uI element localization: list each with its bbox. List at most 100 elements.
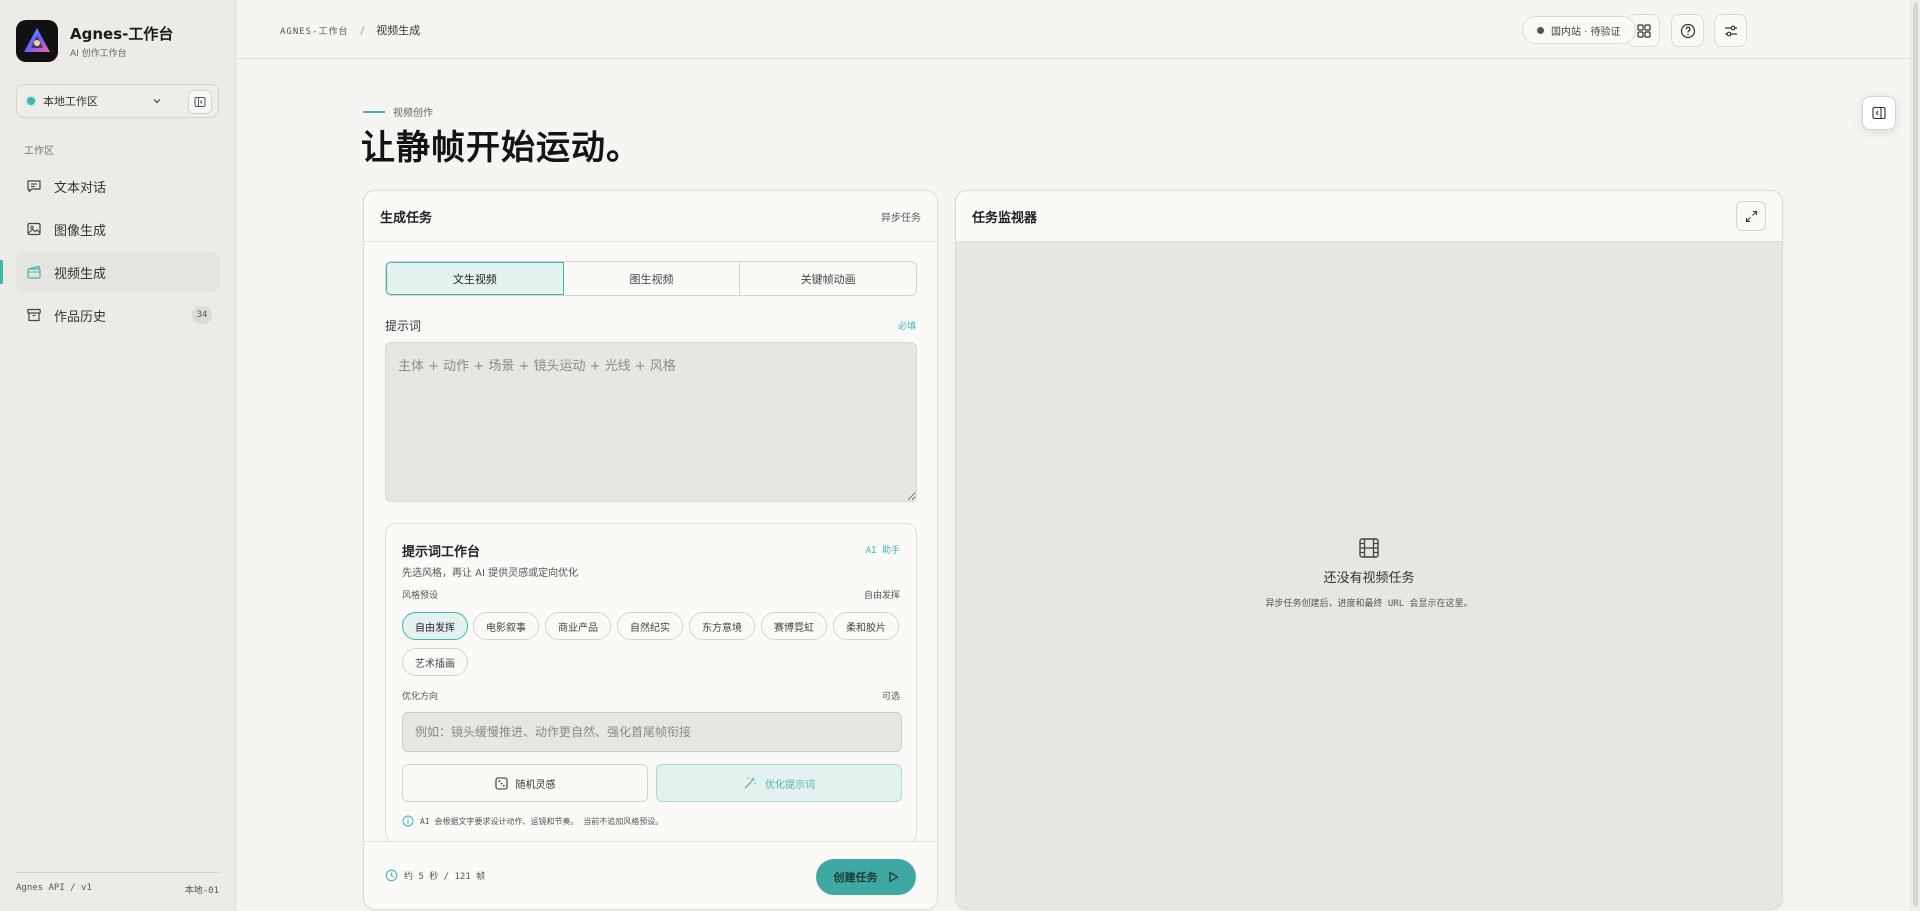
toggle-panel-button[interactable] [1862,96,1896,130]
breadcrumb-current: 视频生成 [376,24,421,37]
sidebar: Agnes-工作台 AI 创作工作台 本地工作区 工作区 文本对话 图像生成 视… [0,0,236,911]
style-chip[interactable]: 东方意境 [689,612,755,640]
sidebar-item-image[interactable]: 图像生成 [16,209,220,249]
info-icon [402,815,414,827]
direction-label: 优化方向 [402,692,439,702]
empty-state-title: 还没有视频任务 [1323,571,1415,586]
ai-assistant-tag: AI 助手 [865,546,900,556]
style-chip[interactable]: 自然纪实 [617,612,683,640]
random-inspiration-button[interactable]: 随机灵感 [402,764,648,802]
history-count-badge: 34 [192,306,212,324]
sidebar-item-video[interactable]: 视频生成 [0,252,220,292]
hero-eyebrow: 视频创作 [363,104,433,119]
task-type-label: 异步任务 [881,212,921,224]
sidebar-item-label: 文本对话 [54,180,107,196]
style-current-value: 自由发挥 [863,591,900,601]
duration-estimate-text: 约 5 秒 / 121 帧 [404,872,486,882]
prompt-required-tag: 必填 [897,322,916,332]
workspace-select[interactable]: 本地工作区 [16,84,219,118]
prompt-label: 提示词 [385,319,422,333]
clock-icon [385,869,398,882]
optimize-prompt-button[interactable]: 优化提示词 [656,764,902,802]
style-preset-label: 风格预设 [402,591,439,601]
panel-title: 生成任务 [380,210,433,226]
scrollbar-thumb[interactable] [1913,2,1918,907]
prompt-input[interactable] [385,342,917,502]
tab-image-to-video[interactable]: 图生视频 [564,262,741,295]
page-title: 让静帧开始运动。 [361,128,641,168]
task-monitor-header: 任务监视器 [956,191,1782,242]
sidebar-item-label: 作品历史 [54,309,107,325]
brand: Agnes-工作台 AI 创作工作台 [16,20,173,62]
eyebrow-text: 视频创作 [393,108,433,119]
app-title: Agnes-工作台 [70,25,174,43]
expand-icon [1745,210,1757,222]
chat-icon [26,178,42,194]
breadcrumb: AGNES-工作台 / 视频生成 [280,22,420,38]
node-id: 本地-01 [184,886,219,896]
task-monitor-panel: 任务监视器 还没有视频任务 异步任务创建后，进度和最终 URL 会显示在这里。 [955,190,1783,910]
generation-panel-header: 生成任务 异步任务 [364,191,937,242]
sidebar-item-label: 图像生成 [54,223,107,239]
task-monitor-title: 任务监视器 [972,210,1038,226]
sidebar-item-history[interactable]: 作品历史 34 [16,295,220,335]
direction-input[interactable] [402,712,902,752]
tab-keyframe-animation[interactable]: 关键帧动画 [740,262,916,295]
direction-optional-tag: 可选 [881,692,900,702]
film-icon [1358,537,1380,559]
region-status-pill[interactable]: 国内站 · 待验证 [1522,16,1636,44]
style-chip[interactable]: 柔和胶片 [833,612,899,640]
help-icon [1680,23,1695,38]
sidebar-footer: Agnes API / v1 本地-01 [16,872,219,896]
breadcrumb-root[interactable]: AGNES-工作台 [280,24,349,37]
play-icon [888,871,899,883]
region-status-text: 国内站 · 待验证 [1551,26,1621,38]
help-button[interactable] [1671,14,1704,47]
empty-state: 还没有视频任务 异步任务创建后，进度和最终 URL 会显示在这里。 [956,537,1782,609]
workbench-title: 提示词工作台 [402,545,481,560]
workbench-note: AI 会根据文字要求设计动作、运镜和节奏。 当前不追加风格预设。 [402,815,663,827]
style-chip[interactable]: 艺术插画 [402,648,468,676]
sidebar-item-label: 视频生成 [54,266,107,282]
random-inspiration-label: 随机灵感 [515,779,556,791]
image-icon [26,221,42,237]
create-task-label: 创建任务 [833,872,878,884]
style-chip[interactable]: 商业产品 [545,612,611,640]
magic-wand-icon [743,776,757,790]
topbar: AGNES-工作台 / 视频生成 [237,0,1920,59]
sidebar-nav: 文本对话 图像生成 视频生成 作品历史 34 [0,166,236,338]
style-chip[interactable]: 自由发挥 [402,612,468,640]
api-version: Agnes API / v1 [16,883,92,893]
expand-button[interactable] [1736,201,1766,231]
sidebar-toggle-icon [194,97,206,107]
workspace-status-dot [27,97,35,105]
optimize-prompt-label: 优化提示词 [765,779,815,791]
panel-toggle-icon [1872,106,1886,120]
workbench-description: 先选风格，再让 AI 提供灵感或定向优化 [402,568,579,579]
workspace-label: 本地工作区 [43,95,98,108]
settings-button[interactable] [1714,14,1747,47]
eyebrow-line [363,110,385,113]
page-scrollbar[interactable] [1910,0,1920,911]
style-chip[interactable]: 电影叙事 [473,612,539,640]
archive-icon [26,307,42,323]
generation-panel-footer: 约 5 秒 / 121 帧 创建任务 [364,841,937,909]
generation-panel: 生成任务 异步任务 文生视频 图生视频 关键帧动画 提示词 必填 提示词工作台 … [363,190,938,910]
workbench-note-text: AI 会根据文字要求设计动作、运镜和节奏。 当前不追加风格预设。 [420,816,664,826]
style-chip[interactable]: 赛博霓虹 [761,612,827,640]
collapse-sidebar-button[interactable] [188,90,212,114]
dice-icon [494,776,508,790]
sidebar-item-chat[interactable]: 文本对话 [16,166,220,206]
grid-icon [1636,23,1651,38]
video-icon [26,264,42,280]
tab-text-to-video[interactable]: 文生视频 [386,262,564,295]
status-dot [1537,26,1544,34]
prompt-workbench: 提示词工作台 AI 助手 先选风格，再让 AI 提供灵感或定向优化 风格预设 自… [385,523,917,843]
create-task-button[interactable]: 创建任务 [816,859,916,895]
chevron-down-icon [151,95,163,107]
mode-tabs: 文生视频 图生视频 关键帧动画 [385,261,917,296]
empty-state-description: 异步任务创建后，进度和最终 URL 会显示在这里。 [1265,599,1473,609]
breadcrumb-separator: / [360,23,365,37]
app-subtitle: AI 创作工作台 [70,49,127,59]
app-logo-icon [16,20,58,62]
